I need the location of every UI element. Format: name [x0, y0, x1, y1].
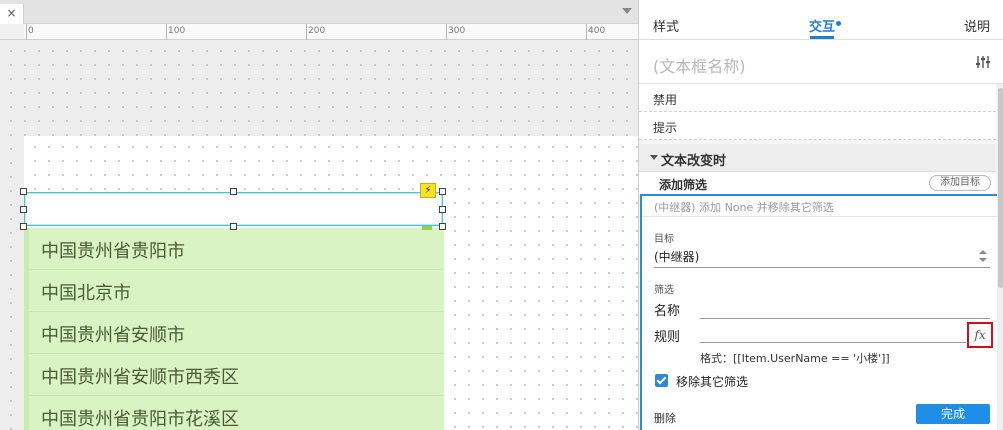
- close-tab-icon[interactable]: ×: [0, 4, 24, 24]
- ruler-tick: [446, 24, 447, 40]
- tab-style[interactable]: 样式: [653, 16, 679, 35]
- list-item[interactable]: 中国贵州省贵阳市花溪区: [29, 396, 444, 430]
- ruler-corner: [0, 24, 24, 40]
- resize-handle-top-right[interactable]: [439, 188, 446, 195]
- delete-link[interactable]: 删除: [654, 410, 676, 426]
- repeater-list[interactable]: 中国贵州省贵阳市 中国北京市 中国贵州省安顺市 中国贵州省安顺市西秀区 中国贵州…: [24, 228, 444, 430]
- resize-handle-bottom-left[interactable]: [20, 223, 27, 230]
- scrollbar-thumb[interactable]: [998, 88, 1003, 288]
- action-summary: (中继器) 添加 None 并移除其它筛选: [654, 201, 834, 214]
- ruler-tick: [26, 24, 27, 40]
- list-item[interactable]: 中国北京市: [29, 270, 444, 312]
- filter-label: 筛选: [654, 285, 674, 296]
- event-section-text-changed[interactable]: 文本改变时: [639, 144, 996, 172]
- inspector-panel: 样式 交互 说明 (文本框名称) 禁用 提示 文本改变时 添加筛选 添加目标 (…: [638, 0, 1003, 430]
- action-header: 添加筛选 添加目标: [639, 172, 996, 194]
- ruler-label: 200: [308, 26, 326, 36]
- remove-others-checkbox[interactable]: [655, 374, 668, 387]
- inspector-tabs: 样式 交互 说明: [639, 0, 1003, 40]
- list-item[interactable]: 中国贵州省贵阳市: [29, 228, 444, 270]
- list-marker: [422, 226, 432, 230]
- resize-handle-right[interactable]: [439, 206, 446, 213]
- ruler-label: 0: [28, 26, 34, 36]
- divider: [642, 216, 997, 217]
- sliders-icon[interactable]: [975, 54, 991, 70]
- inspector-scrollbar[interactable]: [997, 84, 1003, 430]
- section-title: 文本改变时: [661, 154, 727, 169]
- select-arrows-icon: [978, 248, 988, 264]
- target-select-value: (中继器): [654, 250, 700, 264]
- list-item-text: 中国北京市: [41, 283, 131, 304]
- ruler-tick: [306, 24, 307, 40]
- event-label: 提示: [653, 121, 678, 135]
- widget-name-row[interactable]: (文本框名称): [639, 40, 1003, 84]
- target-label: 目标: [654, 234, 674, 245]
- tab-dropdown-icon[interactable]: [622, 8, 632, 14]
- lightning-icon[interactable]: ⚡: [420, 183, 436, 198]
- active-tab-underline: [810, 36, 834, 39]
- list-item[interactable]: 中国贵州省安顺市: [29, 312, 444, 354]
- ruler-label: 300: [448, 26, 466, 36]
- resize-handle-bottom-right[interactable]: [439, 223, 446, 230]
- action-label: 添加筛选: [659, 178, 708, 192]
- resize-handle-top-left[interactable]: [20, 188, 27, 195]
- event-label: 禁用: [653, 93, 678, 107]
- rule-label: 规则: [654, 330, 681, 345]
- name-input[interactable]: [700, 318, 990, 319]
- name-label: 名称: [654, 304, 681, 319]
- page-tab-strip: ×: [0, 0, 638, 24]
- rule-input[interactable]: [700, 342, 966, 343]
- ruler-tick: [166, 24, 167, 40]
- list-item-text: 中国贵州省贵阳市花溪区: [41, 409, 239, 430]
- event-disabled[interactable]: 禁用: [639, 84, 996, 112]
- list-item-text: 中国贵州省安顺市西秀区: [41, 367, 239, 388]
- ruler-label: 100: [168, 26, 186, 36]
- target-select[interactable]: (中继器): [654, 246, 990, 268]
- resize-handle-top[interactable]: [230, 188, 237, 195]
- interaction-indicator-dot: [836, 21, 841, 26]
- remove-others-label[interactable]: 移除其它筛选: [676, 373, 748, 390]
- horizontal-ruler: 0 100 200 300 400: [24, 24, 638, 40]
- format-hint: 格式：[[Item.UserName == '小楼']]: [700, 352, 890, 365]
- done-button[interactable]: 完成: [916, 404, 990, 424]
- list-item[interactable]: 中国贵州省安顺市西秀区: [29, 354, 444, 396]
- event-hint[interactable]: 提示: [639, 112, 996, 140]
- canvas-area[interactable]: × 0 100 200 300 400 中国贵州省贵阳市 中国北京市 中国贵州省…: [0, 0, 638, 430]
- list-item-text: 中国贵州省安顺市: [41, 325, 185, 346]
- widget-name-input[interactable]: (文本框名称): [653, 53, 746, 77]
- tab-interaction[interactable]: 交互: [809, 16, 835, 35]
- tab-notes[interactable]: 说明: [964, 16, 990, 35]
- ruler-tick: [586, 24, 587, 40]
- filter-action-editor: (中继器) 添加 None 并移除其它筛选 目标 (中继器) 筛选 名称 规则 …: [640, 194, 999, 430]
- selected-text-field[interactable]: [24, 192, 443, 226]
- add-target-button[interactable]: 添加目标: [929, 175, 991, 191]
- collapse-caret-icon[interactable]: [650, 155, 658, 160]
- resize-handle-left[interactable]: [20, 206, 27, 213]
- fx-formula-button[interactable]: fx: [967, 322, 993, 348]
- resize-handle-bottom[interactable]: [230, 223, 237, 230]
- ruler-label: 400: [588, 26, 606, 36]
- list-item-text: 中国贵州省贵阳市: [41, 241, 185, 262]
